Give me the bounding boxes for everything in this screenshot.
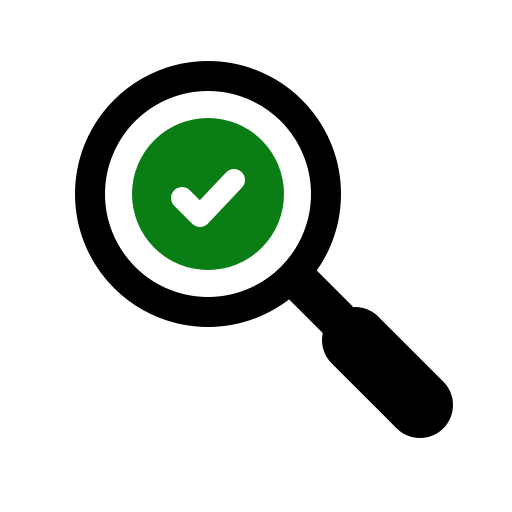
handle-neck [280, 262, 358, 340]
icon-canvas [0, 0, 512, 512]
magnifier-handle [280, 262, 453, 438]
handle-grip [322, 307, 453, 438]
magnifier-check-icon [75, 61, 453, 438]
